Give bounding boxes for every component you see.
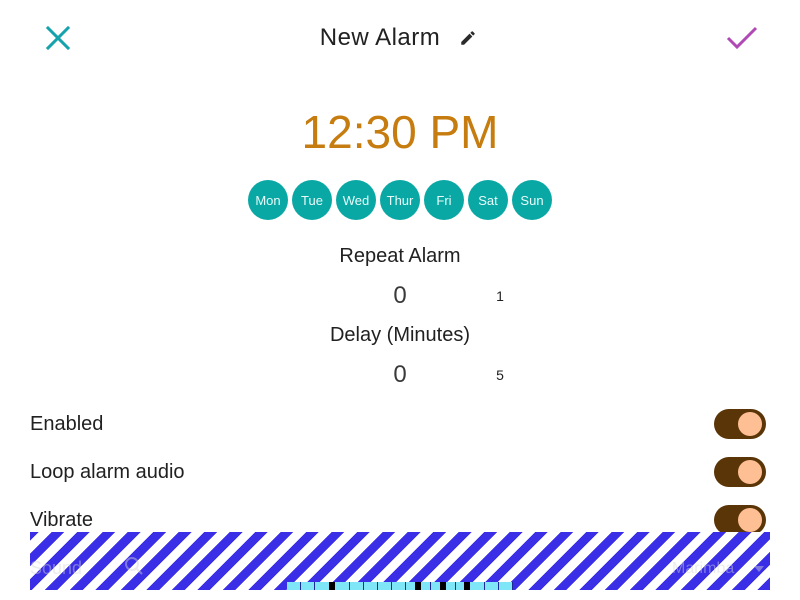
marquee-segment bbox=[301, 582, 316, 590]
enabled-toggle[interactable] bbox=[714, 409, 766, 439]
day-toggle-sat[interactable]: Sat bbox=[468, 180, 508, 220]
alarm-time[interactable]: 12:30 PM bbox=[0, 104, 800, 160]
marquee-segment bbox=[499, 582, 513, 590]
repeat-count-value[interactable]: 0 bbox=[370, 282, 430, 310]
delay-minutes-value[interactable]: 0 bbox=[370, 361, 430, 389]
loading-marquee bbox=[287, 582, 513, 590]
page-title: New Alarm bbox=[319, 24, 441, 51]
day-toggle-sun[interactable]: Sun bbox=[512, 180, 552, 220]
marquee-segment bbox=[315, 582, 336, 590]
delay-minutes-next[interactable]: 5 bbox=[490, 367, 510, 383]
day-toggle-tue[interactable]: Tue bbox=[292, 180, 332, 220]
sound-select-value[interactable]: Marimba bbox=[672, 560, 734, 578]
marquee-segment bbox=[350, 582, 364, 590]
marquee-segment bbox=[421, 582, 431, 590]
marquee-segment bbox=[335, 582, 350, 590]
checkmark-icon bbox=[726, 26, 758, 50]
marquee-segment bbox=[406, 582, 422, 590]
sound-row-overlay: Sound Marimba bbox=[30, 532, 770, 590]
new-alarm-screen: New Alarm 12:30 PM Mon Tue Wed Thur Fri … bbox=[0, 0, 800, 600]
day-toggle-mon[interactable]: Mon bbox=[248, 180, 288, 220]
marquee-segment bbox=[392, 582, 407, 590]
edit-title-button[interactable] bbox=[456, 26, 480, 50]
marquee-segment bbox=[378, 582, 393, 590]
pencil-icon bbox=[461, 31, 476, 45]
chevron-down-icon[interactable] bbox=[752, 562, 766, 576]
repeat-count-next[interactable]: 1 bbox=[490, 288, 510, 304]
marquee-segment bbox=[456, 582, 471, 590]
day-toggle-fri[interactable]: Fri bbox=[424, 180, 464, 220]
sound-label: Sound bbox=[30, 558, 83, 578]
marquee-segment bbox=[287, 582, 302, 590]
marquee-segment bbox=[431, 582, 446, 590]
day-toggle-wed[interactable]: Wed bbox=[336, 180, 376, 220]
delay-minutes-label: Delay (Minutes) bbox=[329, 324, 471, 346]
loop-audio-label: Loop alarm audio bbox=[30, 461, 185, 483]
save-alarm-button[interactable] bbox=[722, 18, 762, 58]
loop-audio-toggle[interactable] bbox=[714, 457, 766, 487]
day-toggle-thur[interactable]: Thur bbox=[380, 180, 420, 220]
search-icon[interactable] bbox=[124, 556, 144, 576]
marquee-segment bbox=[446, 582, 456, 590]
marquee-segment bbox=[470, 582, 485, 590]
marquee-segment bbox=[485, 582, 499, 590]
repeat-alarm-label: Repeat Alarm bbox=[339, 245, 461, 267]
title-bar: New Alarm bbox=[0, 20, 800, 56]
weekday-selector: Mon Tue Wed Thur Fri Sat Sun bbox=[248, 180, 552, 220]
toggle-thumb bbox=[738, 412, 762, 436]
toggle-thumb bbox=[738, 460, 762, 484]
marquee-segment bbox=[364, 582, 379, 590]
vibrate-toggle[interactable] bbox=[714, 505, 766, 535]
toggle-thumb bbox=[738, 508, 762, 532]
enabled-label: Enabled bbox=[30, 413, 104, 435]
vibrate-label: Vibrate bbox=[30, 509, 94, 531]
